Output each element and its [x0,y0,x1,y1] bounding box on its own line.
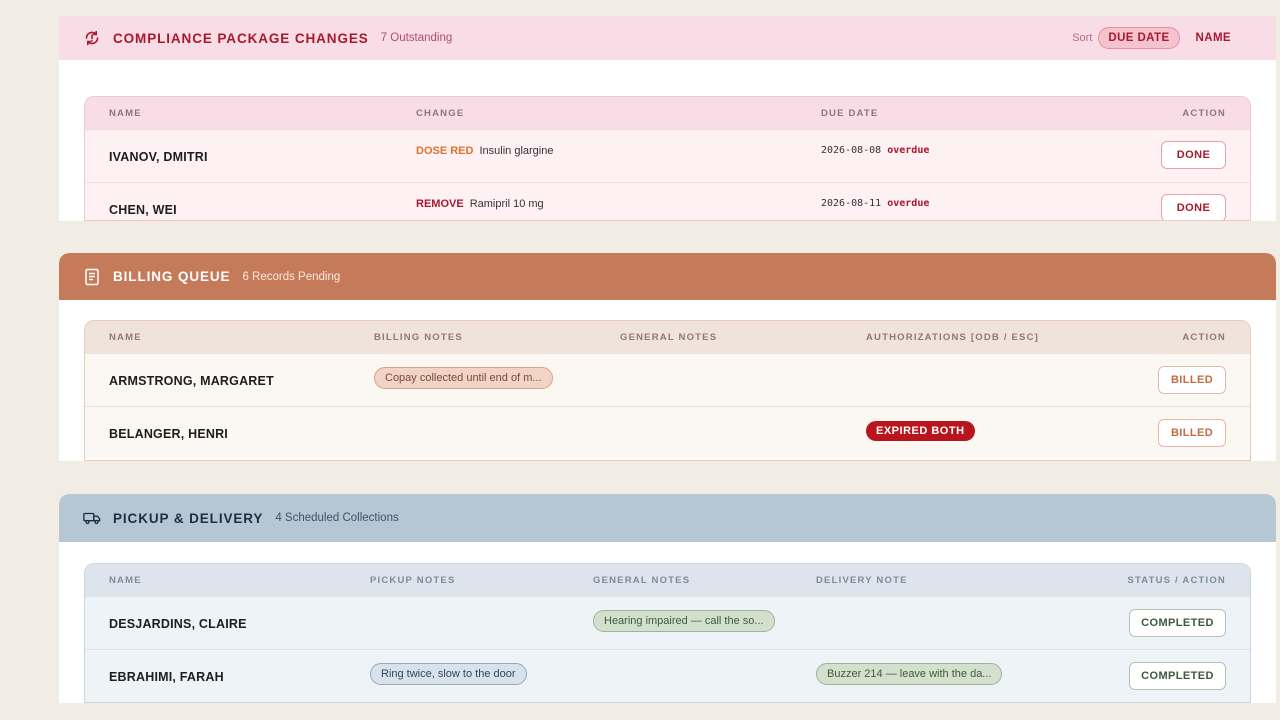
due-date: 2026-08-11 [821,198,882,209]
drug-name: Insulin glargine [479,144,554,157]
table-row[interactable]: ARMSTRONG, MARGARET Copay collected unti… [85,353,1250,406]
patient-name: EBRAHIMI, FARAH [109,669,224,684]
column-header-name[interactable]: NAME [109,97,142,129]
completed-button[interactable]: COMPLETED [1129,662,1226,690]
pickup-count: 4 Scheduled Collections [275,512,399,524]
table-row[interactable]: CHEN, WEI REMOVE Ramipril 10 mg 2026-08-… [85,182,1250,220]
change-cell: REMOVE Ramipril 10 mg [416,177,544,220]
column-header-authorizations: AUTHORIZATIONS [ODB / ESC] [866,331,1039,343]
pickup-title: PICKUP & DELIVERY [113,510,264,526]
done-button[interactable]: DONE [1161,194,1226,220]
overdue-badge: overdue [887,198,930,209]
patient-name: DESJARDINS, CLAIRE [109,616,247,631]
compliance-title: COMPLIANCE PACKAGE CHANGES [113,30,369,46]
billing-count: 6 Records Pending [242,270,341,283]
table-header: NAME BILLING NOTES GENERAL NOTES AUTHORI… [85,321,1250,353]
pickup-table: NAME PICKUP NOTES GENERAL NOTES DELIVERY… [84,563,1251,703]
truck-icon [83,509,101,527]
billing-note-cell: Copay collected until end of m... [374,351,553,404]
billed-button[interactable]: BILLED [1158,366,1226,394]
change-cell: DOSE RED Insulin glargine [416,124,553,177]
patient-name: ARMSTRONG, MARGARET [109,373,274,388]
compliance-panel: COMPLIANCE PACKAGE CHANGES 7 Outstanding… [59,16,1276,221]
billed-button[interactable]: BILLED [1158,419,1226,447]
patient-name: BELANGER, HENRI [109,426,228,441]
auth-cell: EXPIRED BOTH [866,404,975,457]
refresh-alert-icon [83,29,101,47]
completed-button[interactable]: COMPLETED [1129,609,1226,637]
billing-panel: BILLING QUEUE 6 Records Pending NAME BIL… [59,253,1276,461]
patient-name: CHEN, WEI [109,202,177,217]
sort-name-button[interactable]: NAME [1187,28,1240,48]
general-note-pill[interactable]: Hearing impaired — call the so... [593,609,775,632]
compliance-count: 7 Outstanding [380,32,453,44]
billing-header: BILLING QUEUE 6 Records Pending [59,253,1276,300]
change-type: REMOVE [416,197,464,210]
sort-control: Sort DUE DATE NAME [1072,16,1240,60]
receipt-icon [83,268,101,286]
general-note-cell: Hearing impaired — call the so... [593,594,775,647]
due-cell: 2026-08-11 overdue [821,177,930,220]
compliance-header: COMPLIANCE PACKAGE CHANGES 7 Outstanding… [59,16,1276,60]
pickup-note-cell: Ring twice, slow to the door [370,647,527,700]
billing-note-pill[interactable]: Copay collected until end of m... [374,366,553,389]
expired-both-badge: EXPIRED BOTH [866,420,975,441]
table-row[interactable]: BELANGER, HENRI EXPIRED BOTH BILLED [85,406,1250,459]
due-date: 2026-08-08 [821,145,882,156]
done-button[interactable]: DONE [1161,141,1226,169]
column-header-name[interactable]: NAME [109,321,142,353]
pickup-note-pill[interactable]: Ring twice, slow to the door [370,662,527,685]
table-header: NAME CHANGE DUE DATE ACTION [85,97,1250,129]
column-header-name[interactable]: NAME [109,564,142,596]
column-header-delivery-note: DELIVERY NOTE [816,574,908,586]
column-header-billing-notes: BILLING NOTES [374,331,463,343]
column-header-status-action: STATUS / ACTION [1127,574,1226,586]
column-header-action: ACTION [1182,107,1226,119]
pickup-delivery-panel: PICKUP & DELIVERY 4 Scheduled Collection… [59,494,1276,703]
billing-title: BILLING QUEUE [113,269,231,284]
due-cell: 2026-08-08 overdue [821,124,929,177]
pickup-header: PICKUP & DELIVERY 4 Scheduled Collection… [59,494,1276,542]
overdue-badge: overdue [887,145,930,156]
table-row[interactable]: DESJARDINS, CLAIRE Hearing impaired — ca… [85,596,1250,649]
table-row[interactable]: EBRAHIMI, FARAH Ring twice, slow to the … [85,649,1250,702]
column-header-action: ACTION [1182,331,1226,343]
sort-label: Sort [1072,32,1093,44]
column-header-general-notes: GENERAL NOTES [593,574,691,586]
column-header-general-notes: GENERAL NOTES [620,331,718,343]
drug-name: Ramipril 10 mg [469,197,544,210]
delivery-note-cell: Buzzer 214 — leave with the da... [816,647,1003,700]
delivery-note-pill[interactable]: Buzzer 214 — leave with the da... [816,662,1003,685]
compliance-table: NAME CHANGE DUE DATE ACTION IVANOV, DMIT… [84,96,1251,221]
column-header-pickup-notes: PICKUP NOTES [370,574,456,586]
table-header: NAME PICKUP NOTES GENERAL NOTES DELIVERY… [85,564,1250,596]
change-type: DOSE RED [416,144,474,157]
table-row[interactable]: IVANOV, DMITRI DOSE RED Insulin glargine… [85,129,1250,182]
sort-due-date-button[interactable]: DUE DATE [1098,27,1180,49]
patient-name: IVANOV, DMITRI [109,149,208,164]
billing-table: NAME BILLING NOTES GENERAL NOTES AUTHORI… [84,320,1251,461]
